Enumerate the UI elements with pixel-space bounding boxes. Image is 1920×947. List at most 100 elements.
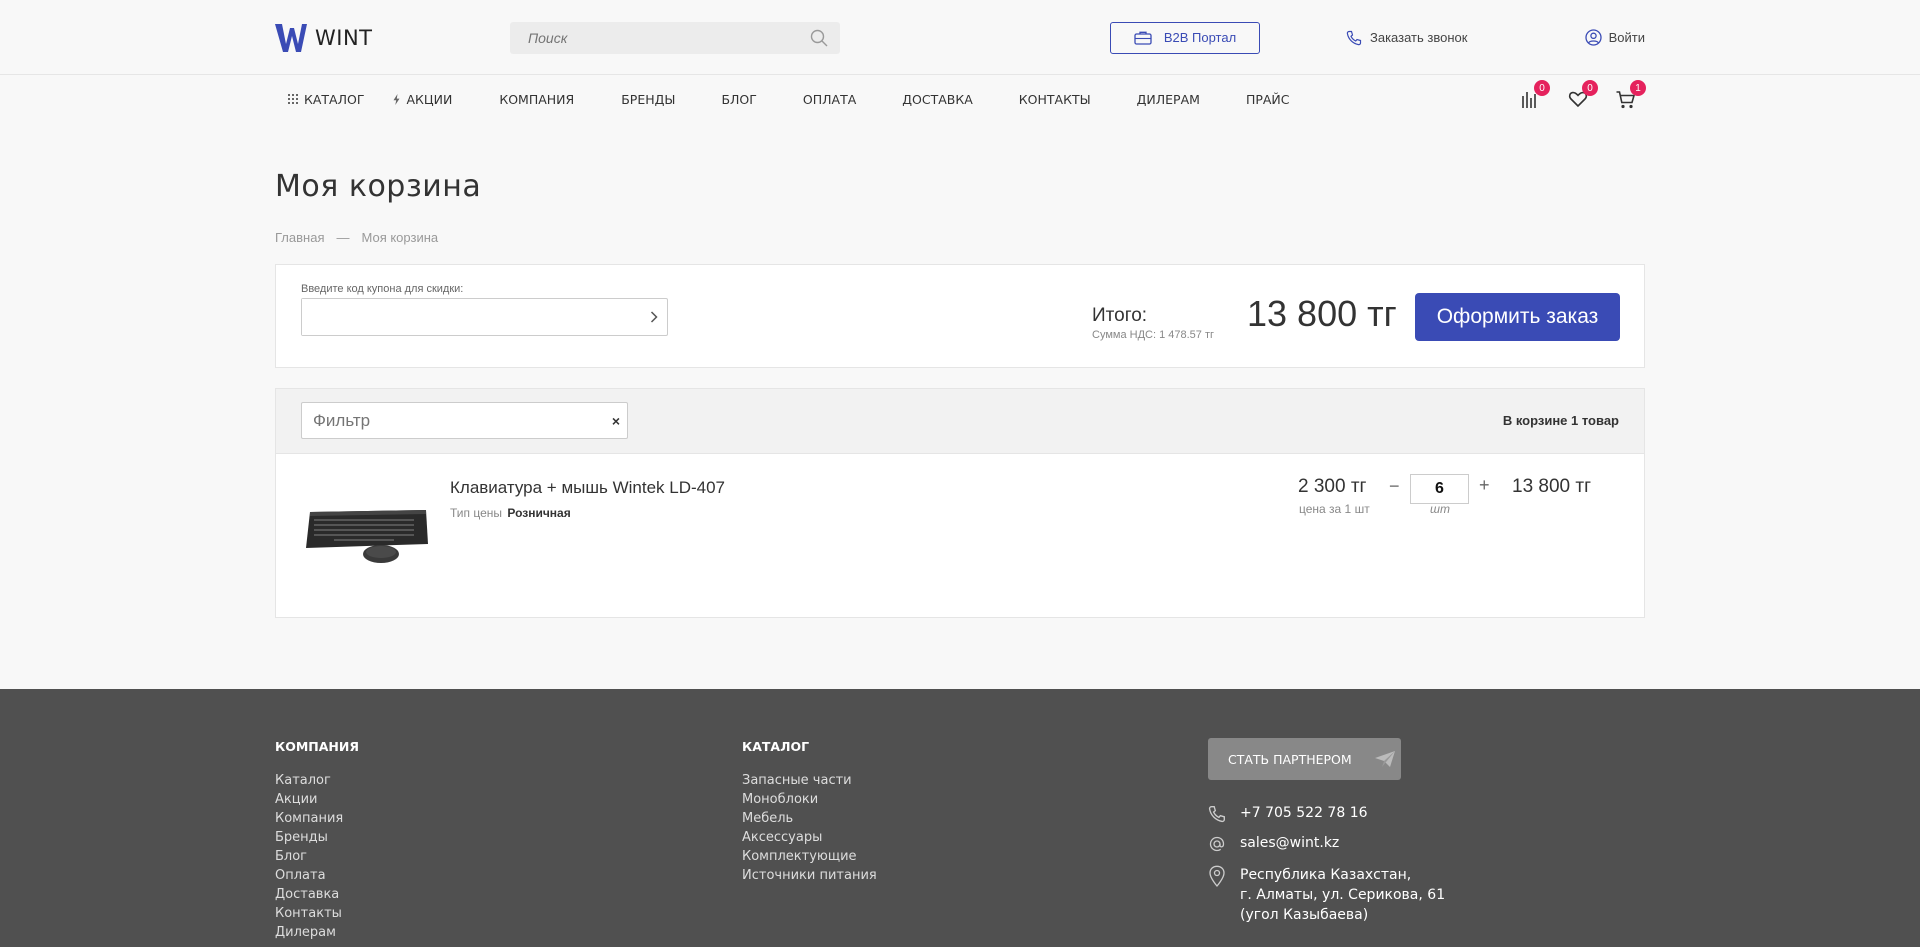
nav-label-delivery: Доставка — [902, 91, 973, 107]
nav-label-brands: Бренды — [621, 91, 676, 107]
main-nav: Каталог Акции Компания Бренды Блог Оплат… — [0, 75, 1920, 123]
cart-item: Клавиатура + мышь Wintek LD-407 Тип цены… — [276, 454, 1644, 617]
nav-label-contacts: Контакты — [1018, 91, 1091, 107]
nav-item-catalog[interactable]: Каталог — [288, 92, 364, 107]
price-type-label: Тип цены — [450, 506, 503, 520]
breadcrumb-home-link[interactable]: Главная — [275, 230, 324, 245]
lightning-icon — [393, 93, 400, 105]
logo-text: WINT — [315, 25, 373, 50]
login-link[interactable]: Войти — [1584, 29, 1645, 46]
quantity-increase-button[interactable]: + — [1479, 475, 1490, 496]
footer-link[interactable]: Контакты — [275, 904, 359, 923]
footer-company-column: Компания Каталог Акции Компания Бренды Б… — [275, 739, 359, 942]
nav-label-sales: Акции — [406, 91, 453, 107]
footer-link[interactable]: Моноблоки — [742, 790, 877, 809]
nav-item-contacts[interactable]: Контакты — [1019, 92, 1091, 107]
footer: Компания Каталог Акции Компания Бренды Б… — [0, 689, 1920, 947]
cart-toolbar: × В корзине 1 товар — [276, 389, 1644, 454]
cart-count-badge: 1 — [1630, 80, 1646, 96]
price-type-value: Розничная — [507, 506, 571, 520]
footer-catalog-column: Каталог Запасные части Моноблоки Мебель … — [742, 739, 877, 885]
checkout-button[interactable]: Оформить заказ — [1415, 293, 1620, 341]
main-content: Моя корзина Главная — Моя корзина Введит… — [275, 169, 1645, 618]
callback-label: Заказать звонок — [1370, 30, 1468, 45]
filter-clear-button[interactable]: × — [605, 413, 627, 429]
footer-link[interactable]: Доставка — [275, 885, 359, 904]
nav-item-pricelist[interactable]: Прайс — [1246, 92, 1290, 107]
footer-email-address[interactable]: sales@wint.kz — [1240, 835, 1339, 853]
quantity-decrease-button[interactable]: − — [1389, 476, 1400, 497]
price-type: Тип цены Розничная — [450, 506, 571, 520]
chevron-right-icon — [650, 311, 658, 323]
footer-phone: +7 705 522 78 16 — [1208, 805, 1368, 823]
nav-label-payment: Оплата — [802, 91, 857, 107]
quantity-input[interactable] — [1410, 474, 1469, 504]
footer-link[interactable]: Источники питания — [742, 866, 877, 885]
total-label: Итого: — [1092, 305, 1148, 326]
footer-address-line: г. Алматы, ул. Серикова, 61 — [1240, 887, 1446, 903]
coupon-label: Введите код купона для скидки: — [301, 283, 464, 295]
location-icon — [1209, 865, 1225, 887]
footer-address-line: Республика Казахстан, — [1240, 867, 1412, 883]
footer-link[interactable]: Бренды — [275, 828, 359, 847]
nav-label-blog: Блог — [721, 91, 757, 107]
nav-label-pricelist: Прайс — [1245, 91, 1290, 107]
unit-price: 2 300 тг — [1298, 476, 1367, 497]
footer-address-text: Республика Казахстан, г. Алматы, ул. Сер… — [1240, 865, 1445, 925]
coupon-input[interactable] — [302, 299, 641, 335]
nav-item-company[interactable]: Компания — [499, 92, 574, 107]
cart-button[interactable]: 1 — [1615, 80, 1646, 110]
product-image[interactable] — [304, 504, 430, 566]
phone-icon — [1346, 30, 1362, 45]
search-icon[interactable] — [810, 29, 828, 47]
search-box[interactable] — [510, 21, 840, 54]
footer-phone-number[interactable]: +7 705 522 78 16 — [1240, 805, 1368, 823]
nav-item-sales[interactable]: Акции — [393, 92, 452, 107]
footer-link[interactable]: Запасные части — [742, 771, 877, 790]
header-action-icons: 0 0 1 — [1519, 80, 1646, 110]
footer-link[interactable]: Комплектующие — [742, 847, 877, 866]
nav-item-delivery[interactable]: Доставка — [902, 92, 973, 107]
unit-price-note: цена за 1 шт — [1299, 502, 1370, 516]
footer-address: Республика Казахстан, г. Алматы, ул. Сер… — [1208, 865, 1445, 925]
grid-icon — [288, 94, 298, 104]
footer-link[interactable]: Дилерам — [275, 923, 359, 942]
login-label: Войти — [1608, 30, 1645, 45]
nav-label-company: Компания — [499, 91, 575, 107]
nav-item-dealers[interactable]: Дилерам — [1137, 92, 1200, 107]
total-sum: 13 800 тг — [1247, 293, 1397, 334]
footer-company-title: Компания — [275, 739, 359, 754]
footer-link[interactable]: Блог — [275, 847, 359, 866]
user-icon — [1584, 29, 1602, 46]
product-name-link[interactable]: Клавиатура + мышь Wintek LD-407 — [450, 478, 725, 498]
line-total: 13 800 тг — [1512, 476, 1592, 497]
favorites-button[interactable]: 0 — [1567, 80, 1598, 110]
breadcrumb-current: Моя корзина — [361, 230, 439, 245]
cart-items-count: В корзине 1 товар — [1502, 413, 1619, 428]
footer-link[interactable]: Каталог — [275, 771, 359, 790]
search-input[interactable] — [528, 29, 810, 46]
compare-button[interactable]: 0 — [1519, 80, 1550, 110]
footer-link[interactable]: Оплата — [275, 866, 359, 885]
send-icon — [1374, 751, 1395, 767]
nav-label-catalog: Каталог — [304, 91, 365, 107]
filter-input[interactable] — [302, 403, 605, 438]
at-icon — [1209, 836, 1225, 852]
footer-link[interactable]: Акции — [275, 790, 359, 809]
nav-item-payment[interactable]: Оплата — [803, 92, 856, 107]
nav-item-blog[interactable]: Блог — [721, 92, 756, 107]
compare-count-badge: 0 — [1534, 80, 1550, 96]
coupon-apply-button[interactable] — [641, 299, 667, 335]
callback-link[interactable]: Заказать звонок — [1346, 30, 1467, 46]
nav-item-brands[interactable]: Бренды — [621, 92, 675, 107]
cart-panel: × В корзине 1 товар Клавиатура + мышь Wi… — [275, 388, 1645, 618]
footer-link[interactable]: Мебель — [742, 809, 877, 828]
coupon-field — [301, 298, 668, 336]
footer-link[interactable]: Компания — [275, 809, 359, 828]
b2b-portal-label: B2B Портал — [1163, 30, 1237, 45]
footer-link[interactable]: Аксессуары — [742, 828, 877, 847]
become-partner-button[interactable]: СТАТЬ ПАРТНЕРОМ — [1208, 738, 1401, 780]
b2b-portal-button[interactable]: B2B Портал — [1110, 21, 1260, 54]
logo[interactable]: WINT — [275, 23, 510, 52]
nav-label-dealers: Дилерам — [1136, 91, 1200, 107]
